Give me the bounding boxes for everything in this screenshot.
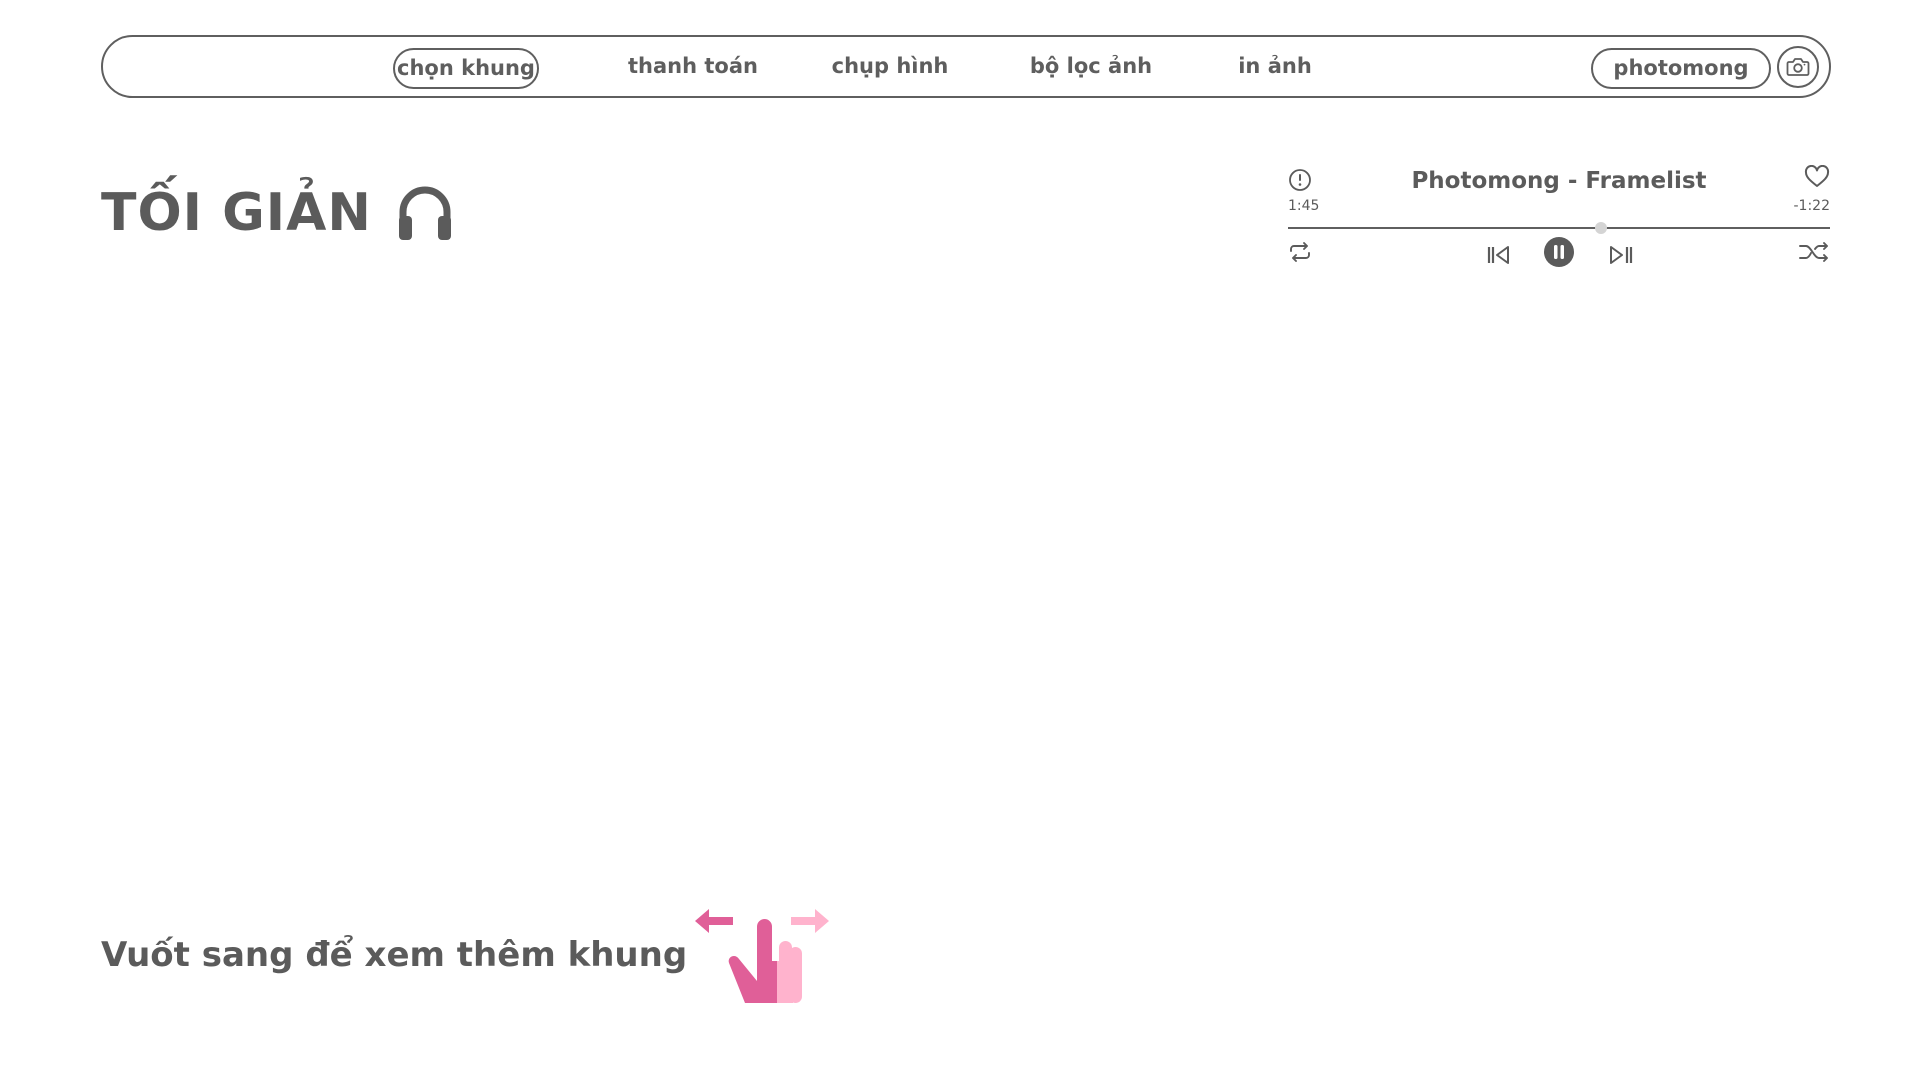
nav-item-chup-hinh[interactable]: chụp hình xyxy=(825,48,955,89)
swipe-hint: Vuốt sang để xem thêm khung xyxy=(101,905,837,1005)
nav-item-in-anh[interactable]: in ảnh xyxy=(1225,48,1325,89)
previous-icon[interactable] xyxy=(1486,244,1512,266)
brand-button[interactable]: photomong xyxy=(1591,48,1771,89)
top-navigation-bar: chọn khung thanh toán chụp hình bộ lọc ả… xyxy=(101,35,1831,98)
remaining-time: -1:22 xyxy=(1793,198,1831,214)
progress-knob[interactable] xyxy=(1594,222,1607,234)
next-icon[interactable] xyxy=(1608,244,1634,266)
swipe-hint-text: Vuốt sang để xem thêm khung xyxy=(101,935,688,975)
nav-item-bo-loc-anh[interactable]: bộ lọc ảnh xyxy=(1021,48,1161,89)
nav-item-chon-khung[interactable]: chọn khung xyxy=(393,48,539,89)
page-title-group: TỐI GIẢN xyxy=(101,178,452,248)
info-icon[interactable] xyxy=(1288,168,1312,192)
progress-track xyxy=(1288,227,1830,229)
headphones-icon xyxy=(398,186,451,240)
music-player: Photomong - Framelist 1:45 -1:22 xyxy=(1288,164,1830,274)
page-title: TỐI GIẢN xyxy=(101,183,372,243)
heart-icon[interactable] xyxy=(1804,165,1830,189)
song-title: Photomong - Framelist xyxy=(1411,168,1707,194)
progress-bar[interactable] xyxy=(1288,222,1830,234)
swipe-gesture-icon xyxy=(695,909,830,1003)
repeat-icon[interactable] xyxy=(1288,241,1312,263)
shuffle-icon[interactable] xyxy=(1798,240,1830,264)
pause-icon[interactable] xyxy=(1543,236,1575,268)
elapsed-time: 1:45 xyxy=(1288,198,1320,214)
camera-icon xyxy=(1786,58,1810,76)
camera-button[interactable] xyxy=(1777,46,1819,88)
nav-item-thanh-toan[interactable]: thanh toán xyxy=(623,48,763,89)
